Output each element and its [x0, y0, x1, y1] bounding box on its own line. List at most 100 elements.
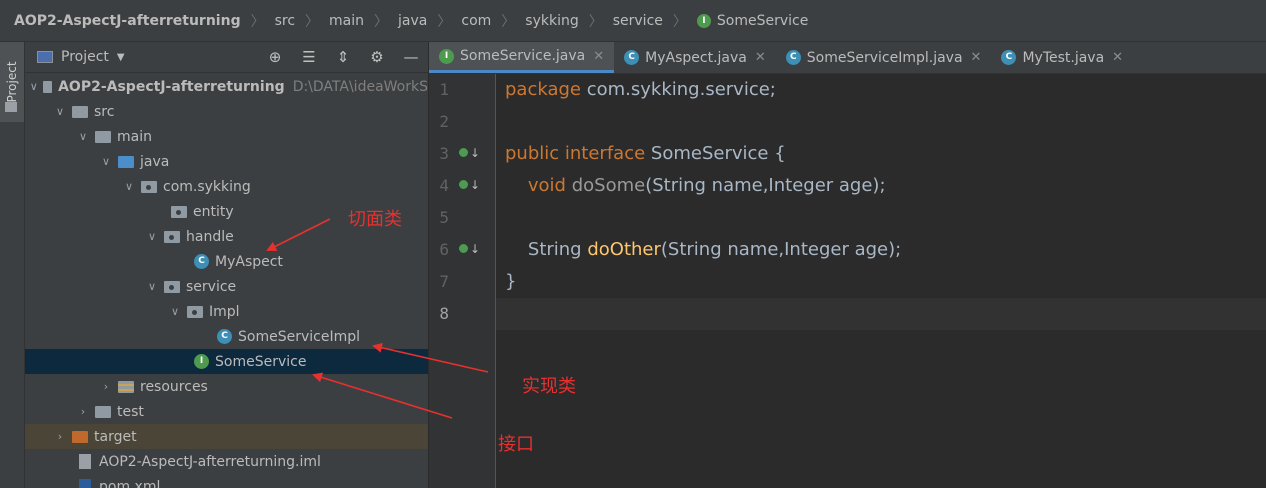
- annotation-impl-class: 实现类: [522, 376, 576, 397]
- code-line-4: void doSome(String name,Integer age);: [505, 175, 886, 196]
- close-icon[interactable]: ✕: [971, 50, 982, 65]
- expand-all-icon[interactable]: ☰: [298, 48, 320, 66]
- interface-icon: I: [696, 13, 711, 28]
- project-view-icon: [37, 51, 53, 63]
- tab-someservice-java[interactable]: I SomeService.java ✕: [429, 42, 615, 73]
- project-toolbar: ⊕ ☰ ⇕ ⚙ —: [252, 42, 422, 72]
- collapse-all-icon[interactable]: ⇕: [332, 48, 354, 66]
- package-icon: [164, 230, 180, 243]
- locate-icon[interactable]: ⊕: [264, 48, 286, 66]
- implemented-gutter-icon[interactable]: ↓: [459, 146, 480, 160]
- tree-item-label: SomeService: [215, 353, 307, 370]
- source-folder-icon: [118, 155, 134, 168]
- chevron-down-icon[interactable]: ∨: [121, 180, 137, 193]
- tree-item-main[interactable]: ∨ main: [25, 124, 428, 149]
- chevron-down-icon[interactable]: ∨: [98, 155, 114, 168]
- tree-item-label: AOP2-AspectJ-afterreturning.iml: [99, 453, 321, 470]
- breadcrumb-project[interactable]: AOP2-AspectJ-afterreturning: [14, 13, 241, 29]
- implemented-gutter-icon[interactable]: ↓: [459, 178, 480, 192]
- code-editor[interactable]: package com.sykking.service; public inte…: [496, 74, 1266, 488]
- code-line-1: package com.sykking.service;: [505, 79, 776, 100]
- line-number: 7: [439, 272, 449, 291]
- module-folder-icon: [42, 80, 53, 93]
- excluded-folder-icon: [72, 430, 88, 443]
- gear-icon[interactable]: ⚙: [366, 48, 388, 66]
- close-icon[interactable]: ✕: [1112, 50, 1123, 65]
- chevron-right-icon: 〉: [501, 13, 516, 30]
- breadcrumb-src[interactable]: src: [275, 13, 295, 29]
- line-number: 8: [439, 304, 449, 323]
- annotation-interface: 接口: [498, 434, 534, 455]
- tree-item-someservice[interactable]: I SomeService: [25, 349, 428, 374]
- tab-someserviceimpl-java[interactable]: C SomeServiceImpl.java ✕: [776, 42, 992, 73]
- chevron-right-icon: 〉: [437, 13, 452, 30]
- chevron-down-icon[interactable]: ∨: [144, 280, 160, 293]
- tree-item-label: test: [117, 403, 144, 420]
- tab-label: SomeService.java: [460, 48, 586, 64]
- breadcrumb-service[interactable]: service: [613, 13, 663, 29]
- tree-item-someserviceimpl[interactable]: C SomeServiceImpl: [25, 324, 428, 349]
- tree-item-label: entity: [193, 203, 234, 220]
- tool-window-strip: Project: [0, 42, 25, 488]
- tree-item-test[interactable]: › test: [25, 399, 428, 424]
- breadcrumb-sykking[interactable]: sykking: [525, 13, 578, 29]
- tree-item-src[interactable]: ∨ src: [25, 99, 428, 124]
- project-panel-header: Project ▼ ⊕ ☰ ⇕ ⚙ —: [25, 42, 428, 73]
- resources-folder-icon: [118, 380, 134, 393]
- tree-item-project-root[interactable]: ∨ AOP2-AspectJ-afterreturning D:\DATA\id…: [25, 74, 428, 99]
- interface-icon: I: [194, 354, 209, 369]
- tree-item-label: Impl: [209, 303, 240, 320]
- chevron-down-icon[interactable]: ∨: [29, 80, 39, 93]
- close-icon[interactable]: ✕: [755, 50, 766, 65]
- tab-label: SomeServiceImpl.java: [806, 49, 963, 66]
- chevron-down-icon[interactable]: ∨: [52, 105, 68, 118]
- folder-icon: [5, 102, 17, 112]
- tree-item-label: resources: [140, 378, 208, 395]
- tree-item-target[interactable]: › target: [25, 424, 428, 449]
- dropdown-caret-icon[interactable]: ▼: [117, 52, 125, 63]
- current-line-highlight: [496, 298, 1266, 330]
- tree-item-pom[interactable]: pom.xml: [25, 474, 428, 488]
- tree-item-label: java: [140, 153, 170, 170]
- tree-item-java[interactable]: ∨ java: [25, 149, 428, 174]
- annotation-aspect-class: 切面类: [348, 209, 402, 230]
- class-icon: C: [217, 329, 232, 344]
- tree-item-myaspect[interactable]: C MyAspect: [25, 249, 428, 274]
- line-number: 2: [439, 112, 449, 131]
- breadcrumb-main[interactable]: main: [329, 13, 364, 29]
- project-tool-tab[interactable]: Project: [0, 42, 24, 122]
- test-class-icon: C: [1001, 50, 1017, 65]
- chevron-right-icon: 〉: [305, 13, 320, 30]
- implemented-gutter-icon[interactable]: ↓: [459, 242, 480, 256]
- minimize-icon[interactable]: —: [400, 48, 422, 66]
- close-icon[interactable]: ✕: [593, 49, 604, 64]
- breadcrumb-com[interactable]: com: [461, 13, 491, 29]
- folder-icon: [72, 105, 88, 118]
- tree-item-com-sykking[interactable]: ∨ com.sykking: [25, 174, 428, 199]
- chevron-down-icon[interactable]: ∨: [75, 130, 91, 143]
- chevron-down-icon[interactable]: ∨: [144, 230, 160, 243]
- tree-item-service[interactable]: ∨ service: [25, 274, 428, 299]
- tree-item-path: D:\DATA\ideaWorkS: [292, 78, 428, 95]
- chevron-right-icon[interactable]: ›: [52, 430, 68, 443]
- tab-label: MyTest.java: [1022, 49, 1105, 66]
- chevron-down-icon[interactable]: ∨: [167, 305, 183, 318]
- tree-item-resources[interactable]: › resources: [25, 374, 428, 399]
- chevron-right-icon[interactable]: ›: [75, 405, 91, 418]
- class-icon: C: [785, 50, 801, 65]
- line-number: 3: [439, 144, 449, 163]
- project-view-selector[interactable]: Project: [61, 49, 109, 65]
- tree-item-label: handle: [186, 228, 234, 245]
- breadcrumb-java[interactable]: java: [398, 13, 427, 29]
- tab-myaspect-java[interactable]: C MyAspect.java ✕: [614, 42, 776, 73]
- tree-item-iml[interactable]: AOP2-AspectJ-afterreturning.iml: [25, 449, 428, 474]
- breadcrumb: AOP2-AspectJ-afterreturning 〉 src 〉 main 〉 …: [0, 0, 1266, 42]
- tab-mytest-java[interactable]: C MyTest.java ✕: [991, 42, 1133, 73]
- tree-item-label: target: [94, 428, 137, 445]
- tree-item-label: main: [117, 128, 152, 145]
- chevron-right-icon[interactable]: ›: [98, 380, 114, 393]
- tree-item-impl[interactable]: ∨ Impl: [25, 299, 428, 324]
- tree-item-label: src: [94, 103, 115, 120]
- chevron-right-icon: 〉: [374, 13, 389, 30]
- breadcrumb-someservice[interactable]: SomeService: [717, 13, 808, 29]
